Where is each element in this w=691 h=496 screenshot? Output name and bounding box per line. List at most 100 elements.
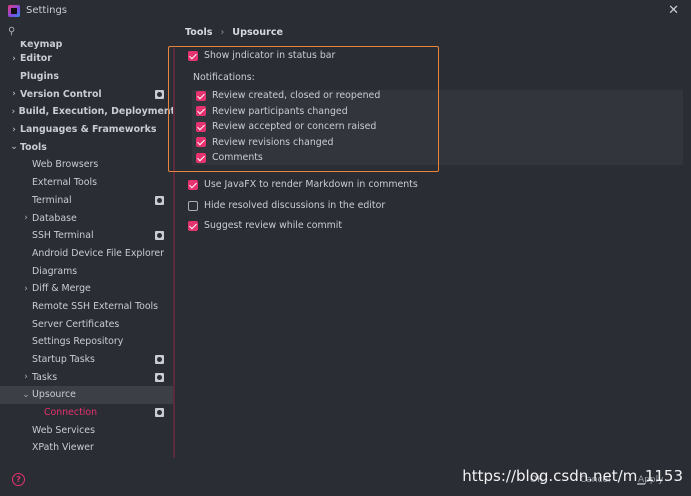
sidebar-item-upsource[interactable]: ⌄ Upsource [0, 386, 175, 404]
sidebar-item-label: Keymap [20, 41, 63, 50]
sidebar-item-diagrams[interactable]: Diagrams [0, 262, 175, 280]
chevron-right-icon[interactable]: › [8, 125, 20, 135]
sidebar-item-label: External Tools [32, 177, 97, 189]
notifications-label: Notifications: [193, 72, 255, 83]
sidebar-item-tools[interactable]: ⌄ Tools [0, 138, 175, 156]
chevron-right-icon[interactable]: › [20, 284, 32, 294]
breadcrumb-current: Upsource [232, 27, 284, 38]
sidebar-item-label: Tasks [32, 371, 58, 383]
notification-option[interactable]: Review revisions changed [196, 137, 333, 148]
chevron-right-icon[interactable]: › [20, 213, 32, 223]
help-icon[interactable]: ? [12, 473, 25, 486]
search-icon[interactable]: ⚲ [8, 26, 15, 37]
sidebar-item-ssh-terminal[interactable]: SSH Terminal [0, 227, 175, 245]
chevron-right-icon[interactable]: › [8, 54, 20, 64]
suggest-review-option[interactable]: Suggest review while commit [188, 220, 342, 231]
project-scope-icon [155, 89, 164, 99]
chevron-down-icon[interactable]: ⌄ [20, 390, 32, 400]
sidebar-item-label: Terminal [32, 194, 72, 206]
sidebar-item-label: Version Control [20, 88, 102, 100]
close-icon[interactable]: ✕ [668, 3, 679, 18]
notification-option[interactable]: Review accepted or concern raised [196, 121, 376, 132]
sidebar-item-label: XPath Viewer [32, 442, 94, 454]
suggest-review-label: Suggest review while commit [204, 220, 343, 231]
show-indicator-checkbox[interactable] [188, 50, 198, 61]
hide-resolved-label: Hide resolved discussions in the editor [204, 200, 386, 211]
sidebar-item-languages-frameworks[interactable]: › Languages & Frameworks [0, 121, 175, 139]
notification-option[interactable]: Review participants changed [196, 106, 348, 117]
sidebar-item-label: Startup Tasks [32, 354, 95, 366]
sidebar-item-web-browsers[interactable]: Web Browsers [0, 156, 175, 174]
sidebar-item-label: Database [32, 212, 77, 224]
notification-checkbox[interactable] [196, 106, 206, 116]
sidebar-item-label: Editor [20, 53, 52, 65]
sidebar-search[interactable]: ⚲ [0, 21, 175, 41]
notification-checkbox[interactable] [196, 90, 206, 101]
notification-label: Comments [212, 152, 263, 163]
sidebar-item-label: Languages & Frameworks [20, 124, 157, 136]
sidebar-item-plugins[interactable]: Plugins [0, 68, 175, 86]
sidebar-item-label: Web Services [32, 424, 95, 436]
sidebar-item-settings-repository[interactable]: Settings Repository [0, 333, 175, 351]
sidebar-item-label: Connection [44, 407, 98, 419]
sidebar-item-xpath-viewer[interactable]: XPath Viewer [0, 439, 175, 457]
sidebar-item-external-tools[interactable]: External Tools [0, 174, 175, 192]
sidebar-item-label: Tools [20, 141, 47, 153]
sidebar-item-terminal[interactable]: Terminal [0, 192, 175, 210]
sidebar-item-version-control[interactable]: › Version Control [0, 85, 175, 103]
sidebar-item-label: Diff & Merge [32, 283, 91, 295]
use-javafx-checkbox[interactable] [188, 179, 198, 190]
project-scope-icon [155, 372, 164, 382]
sidebar-item-label: Build, Execution, Deployment [18, 106, 175, 118]
sidebar-item-remote-ssh-external-tools[interactable]: Remote SSH External Tools [0, 298, 175, 316]
project-scope-icon [155, 355, 164, 365]
sidebar-item-label: Diagrams [32, 265, 78, 277]
watermark-text: https://blog.csdn.net/m_1153 [462, 467, 683, 485]
chevron-right-icon[interactable]: › [8, 107, 19, 117]
chevron-right-icon[interactable]: › [20, 372, 32, 382]
sidebar-item-diff-merge[interactable]: › Diff & Merge [0, 280, 175, 298]
suggest-review-checkbox[interactable] [188, 220, 198, 231]
chevron-down-icon[interactable]: ⌄ [8, 142, 20, 152]
sidebar-item-label: Plugins [20, 71, 59, 83]
app-logo-icon [8, 4, 20, 17]
sidebar-item-startup-tasks[interactable]: Startup Tasks [0, 351, 175, 369]
use-javafx-option[interactable]: Use JavaFX to render Markdown in comment… [188, 179, 418, 190]
tree-divider [173, 48, 175, 458]
sidebar-item-build-execution-deployment[interactable]: › Build, Execution, Deployment [0, 103, 175, 121]
sidebar-item-label: Upsource [32, 389, 76, 401]
use-javafx-label: Use JavaFX to render Markdown in comment… [204, 179, 418, 190]
chevron-right-icon[interactable]: › [8, 89, 20, 99]
breadcrumb-parent[interactable]: Tools [185, 27, 212, 38]
sidebar-item-android-device-file-explorer[interactable]: Android Device File Explorer [0, 245, 175, 263]
sidebar-item-tasks[interactable]: › Tasks [0, 368, 175, 386]
sidebar-item-label: Server Certificates [32, 318, 120, 330]
sidebar-item-web-services[interactable]: Web Services [0, 421, 175, 439]
title-bar: Settings ✕ [0, 0, 691, 21]
notification-label: Review participants changed [212, 105, 348, 117]
project-scope-icon [155, 408, 164, 418]
settings-tree: Keymap › Editor Plugins › Version Control › Bui… [0, 41, 175, 457]
notification-label: Review revisions changed [212, 136, 334, 148]
notification-checkbox[interactable] [196, 137, 206, 147]
notification-checkbox[interactable] [196, 152, 206, 163]
breadcrumb-separator: › [220, 27, 225, 38]
project-scope-icon [155, 231, 164, 241]
settings-sidebar: ⚲ Keymap › Editor Plugins › Version Control › B… [0, 21, 175, 461]
notification-option[interactable]: Comments [196, 152, 263, 163]
sidebar-item-connection[interactable]: Connection [0, 404, 175, 422]
sidebar-item-label: Settings Repository [32, 336, 124, 348]
sidebar-item-editor[interactable]: › Editor [0, 50, 175, 68]
breadcrumb: Tools › Upsource [185, 27, 283, 38]
hide-resolved-checkbox[interactable] [188, 200, 198, 211]
hide-resolved-option[interactable]: Hide resolved discussions in the editor [188, 200, 385, 211]
sidebar-item-keymap[interactable]: Keymap [0, 41, 175, 50]
show-indicator-option[interactable]: Show jndicator in status bar [188, 50, 335, 61]
sidebar-item-server-certificates[interactable]: Server Certificates [0, 315, 175, 333]
sidebar-item-database[interactable]: › Database [0, 209, 175, 227]
sidebar-item-label: Remote SSH External Tools [32, 300, 159, 312]
notification-option[interactable]: Review created, closed or reopened [196, 90, 380, 101]
settings-content: Tools › Upsource Show jndicator in statu… [168, 21, 691, 461]
notification-checkbox[interactable] [196, 121, 206, 132]
project-scope-icon [155, 195, 164, 205]
